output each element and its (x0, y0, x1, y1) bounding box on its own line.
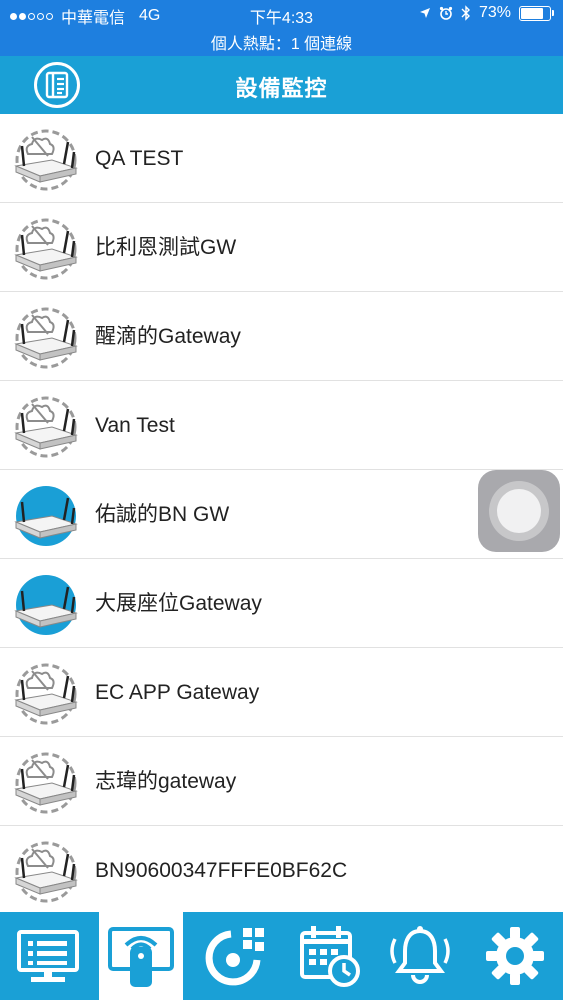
device-name: Van Test (95, 414, 175, 437)
router-offline-icon (14, 217, 78, 281)
page-title: 設備監控 (235, 76, 328, 101)
nav-bar: 設備監控 (0, 56, 563, 114)
device-name: 志瑋的gateway (95, 770, 237, 793)
tab-remote-control[interactable] (99, 912, 183, 1000)
schedule-icon (300, 926, 360, 987)
device-name: QA TEST (95, 147, 184, 170)
device-row[interactable]: EC APP Gateway (0, 648, 563, 737)
device-name: EC APP Gateway (95, 681, 260, 704)
router-offline-icon (14, 306, 78, 370)
alarm-icon (439, 6, 453, 20)
tab-monitor[interactable] (0, 912, 96, 1000)
remote-control-icon (108, 927, 174, 987)
device-name: 大展座位Gateway (95, 592, 262, 615)
router-offline-icon (14, 751, 78, 815)
tab-alarm[interactable] (380, 912, 460, 1000)
device-name: 醒滴的Gateway (95, 325, 241, 348)
assistive-touch-button[interactable] (478, 470, 560, 552)
device-row[interactable]: 比利恩測試GW (0, 203, 563, 292)
battery-percent: 73% (478, 4, 511, 21)
status-bar: 中華電信 4G 下午4:33 73% 個人熱點：1 個連線 (0, 0, 563, 56)
device-row[interactable]: 志瑋的gateway (0, 737, 563, 826)
hotspot-banner[interactable]: 個人熱點：1 個連線 (0, 30, 563, 54)
device-name: BN90600347FFFE0BF62C (95, 859, 348, 882)
device-row[interactable]: 醒滴的Gateway (0, 292, 563, 381)
router-online-icon (14, 484, 78, 548)
tab-schedule[interactable] (290, 912, 370, 1000)
tab-bar (0, 912, 563, 1000)
device-row[interactable]: QA TEST (0, 114, 563, 203)
bluetooth-icon (461, 5, 470, 21)
alarm-bell-icon (390, 926, 450, 984)
scene-icon (205, 928, 264, 986)
router-offline-icon (14, 840, 78, 904)
monitor-icon (17, 930, 79, 982)
router-offline-icon (14, 395, 78, 459)
router-online-icon (14, 573, 78, 637)
tab-scene[interactable] (195, 912, 277, 1000)
device-row[interactable]: BN90600347FFFE0BF62C (0, 826, 563, 912)
device-row[interactable]: Van Test (0, 381, 563, 470)
device-row[interactable]: 大展座位Gateway (0, 559, 563, 648)
router-offline-icon (14, 662, 78, 726)
location-icon (419, 8, 430, 18)
router-offline-icon (14, 128, 78, 192)
tab-settings[interactable] (472, 912, 558, 1000)
device-name: 比利恩測試GW (95, 236, 237, 259)
battery-icon (519, 5, 554, 21)
settings-gear-icon (486, 927, 544, 985)
device-name: 佑誠的BN GW (95, 503, 230, 526)
